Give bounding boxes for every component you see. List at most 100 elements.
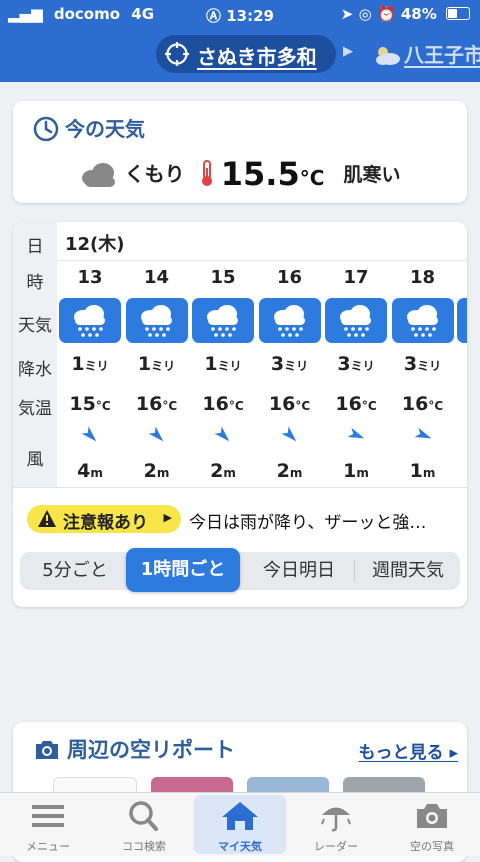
rain-cloud-icon bbox=[273, 305, 305, 337]
segment-divider bbox=[354, 560, 355, 582]
segment-hourly[interactable]: 1時間ごと bbox=[126, 548, 240, 592]
rain-cloud-icon bbox=[74, 305, 105, 337]
forecast-hour-column[interactable]: 13 1ミリ 15°C 4m bbox=[57, 222, 123, 487]
current-weather-card[interactable]: 今の天気 くもり 15.5°C 肌寒い bbox=[13, 101, 467, 203]
forecast-divider bbox=[13, 487, 467, 488]
current-feeling: 肌寒い bbox=[343, 164, 401, 186]
alarm-icon: ⏰ bbox=[376, 5, 396, 23]
temperature-value: 16°C bbox=[323, 393, 389, 415]
forecast-hour-column[interactable]: 15 1ミリ 16°C 2m bbox=[190, 222, 256, 487]
battery-percent: 48% bbox=[400, 5, 437, 23]
tab-radar[interactable]: レーダー bbox=[288, 793, 384, 856]
location-header: さぬき市多和 ▶ 八王子市 bbox=[0, 27, 480, 82]
current-weather-row: くもり 15.5°C 肌寒い bbox=[13, 155, 467, 193]
wind-speed-value: 2m bbox=[124, 460, 190, 482]
rain-cloud-icon bbox=[340, 305, 371, 337]
cloud-icon bbox=[82, 163, 116, 187]
precip-amount: 3 bbox=[403, 353, 418, 375]
forecast-hour: 18 bbox=[409, 267, 436, 288]
temperature-value: 15°C bbox=[57, 393, 123, 415]
sky-report-title: 周辺の空リポート bbox=[33, 734, 235, 764]
see-more-text: もっと見る bbox=[358, 743, 444, 763]
tab-menu-label: メニュー bbox=[26, 840, 70, 853]
rain-cloud-icon bbox=[406, 305, 438, 337]
segment-5min[interactable]: 5分ごと bbox=[20, 552, 130, 590]
precip-amount: 3 bbox=[270, 353, 285, 375]
precip-unit: ミリ bbox=[151, 359, 176, 373]
temp-amount: 16 bbox=[268, 393, 296, 415]
current-weather-title: 今の天気 bbox=[33, 113, 145, 142]
forecast-hour-column[interactable]: 14 1ミリ 16°C 2m bbox=[124, 222, 190, 487]
tab-my-weather-label: マイ天気 bbox=[218, 840, 262, 853]
wind-amount: 4 bbox=[77, 460, 91, 482]
label-weather: 天気 bbox=[18, 316, 52, 336]
tab-sky-photos-label: 空の写真 bbox=[410, 840, 454, 853]
forecast-hour-column[interactable]: 17 3ミリ 16°C 1m bbox=[323, 222, 389, 487]
weather-tile bbox=[391, 298, 454, 343]
precipitation-value: 1ミリ bbox=[57, 353, 123, 375]
precip-unit: ミリ bbox=[350, 359, 375, 373]
wind-amount: 1 bbox=[343, 460, 357, 482]
forecast-range-selector: 5分ごと 1時間ごと 今日明日 週間天気 bbox=[20, 548, 460, 592]
temp-amount: 16 bbox=[401, 393, 429, 415]
wind-unit: m bbox=[156, 466, 170, 480]
forecast-hour: 16 bbox=[276, 267, 303, 288]
label-hour: 時 bbox=[26, 273, 44, 293]
forecast-hour: 14 bbox=[143, 267, 170, 288]
temperature-value: 16°C bbox=[390, 393, 456, 415]
current-condition: くもり bbox=[124, 162, 185, 186]
rain-cloud-icon bbox=[207, 305, 238, 337]
weather-tile bbox=[125, 298, 188, 343]
label-temp: 気温 bbox=[18, 399, 52, 419]
next-hour-weather-tile-partial bbox=[457, 298, 467, 343]
tab-my-weather[interactable]: マイ天気 bbox=[192, 793, 288, 856]
wind-direction-arrow-icon bbox=[148, 426, 163, 442]
forecast-row-labels: 日 時 天気 降水 気温 風 bbox=[13, 222, 57, 487]
wind-direction-arrow-icon bbox=[347, 427, 365, 439]
current-location-name: さぬき市多和 bbox=[197, 45, 317, 69]
temperature-value: 16°C bbox=[257, 393, 323, 415]
bottom-tab-bar: メニュー ココ検索 マイ天気 レーダー 空の写真 bbox=[0, 792, 480, 856]
temp-amount: 16 bbox=[202, 393, 229, 415]
temp-amount: 15 bbox=[69, 393, 96, 415]
radar-umbrella-icon bbox=[321, 807, 351, 832]
precipitation-value: 1ミリ bbox=[190, 353, 256, 375]
battery-icon bbox=[446, 7, 470, 20]
tab-search[interactable]: ココ検索 bbox=[96, 793, 192, 856]
tab-menu[interactable]: メニュー bbox=[0, 793, 96, 856]
precip-amount: 1 bbox=[137, 353, 152, 375]
status-time: 13:29 bbox=[226, 7, 274, 25]
tab-radar-label: レーダー bbox=[314, 840, 358, 853]
precip-unit: ミリ bbox=[284, 359, 309, 373]
rain-cloud-icon bbox=[140, 305, 172, 337]
weather-tile bbox=[325, 298, 387, 343]
sky-report-title-text: 周辺の空リポート bbox=[67, 738, 235, 762]
rotation-lock-icon: ◎ bbox=[358, 5, 372, 23]
sun-cloud-icon bbox=[376, 47, 400, 65]
precipitation-value: 3ミリ bbox=[323, 353, 389, 375]
temp-unit: °C bbox=[428, 399, 444, 413]
forecast-hour-column[interactable]: 16 3ミリ 16°C 2m bbox=[257, 222, 323, 487]
see-more-link[interactable]: もっと見る ▸ bbox=[359, 738, 458, 763]
tab-sky-photos[interactable]: 空の写真 bbox=[384, 793, 480, 856]
temp-amount: 16 bbox=[335, 393, 362, 415]
segment-today-tomorrow[interactable]: 今日明日 bbox=[244, 552, 354, 590]
location-target-icon bbox=[165, 42, 189, 66]
alert-text[interactable]: 今日は雨が降り、ザーッと強… bbox=[189, 508, 459, 533]
label-precip: 降水 bbox=[18, 360, 52, 380]
menu-icon bbox=[32, 805, 64, 827]
segment-weekly[interactable]: 週間天気 bbox=[356, 552, 460, 590]
alert-chevron-icon: ▶ bbox=[163, 511, 172, 524]
thermometer-icon bbox=[201, 160, 212, 186]
next-location-tab[interactable]: 八王子市 bbox=[373, 39, 480, 68]
forecast-hour: 17 bbox=[343, 267, 369, 288]
wind-amount: 2 bbox=[210, 460, 224, 482]
next-location-name: 八王子市 bbox=[404, 43, 480, 67]
wind-unit: m bbox=[289, 466, 303, 480]
current-location-button[interactable]: さぬき市多和 bbox=[156, 35, 336, 73]
wind-speed-value: 1m bbox=[390, 460, 456, 482]
forecast-hour-column[interactable]: 18 3ミリ 16°C 1m bbox=[390, 222, 456, 487]
temp-unit: °C bbox=[228, 399, 244, 413]
forecast-hour: 13 bbox=[77, 267, 103, 288]
alert-badge[interactable]: 注意報あり ▶ bbox=[27, 505, 181, 533]
